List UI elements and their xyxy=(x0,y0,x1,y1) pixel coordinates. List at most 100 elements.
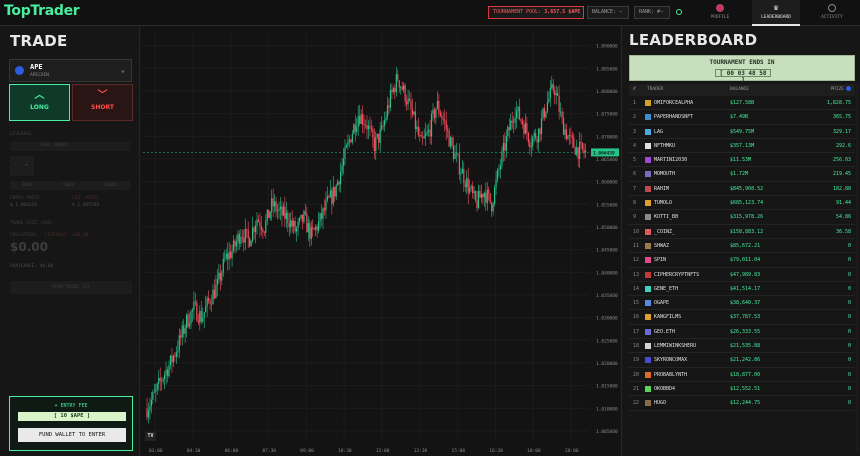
leverage-stepper[interactable]: - + xyxy=(10,156,34,176)
candle-body xyxy=(451,137,453,146)
row-trader: SKYRONCOMAX xyxy=(654,357,688,364)
candle-body xyxy=(253,227,255,232)
row-trader: MOMOUTH xyxy=(654,171,676,178)
x-tick-label: 13:30 xyxy=(414,448,428,454)
candle-body xyxy=(549,87,551,99)
leaderboard-scrollbar[interactable] xyxy=(856,84,859,452)
balance-badge: BALANCE: — xyxy=(587,6,629,19)
long-button[interactable]: ︿ LONG xyxy=(9,84,70,121)
candle-body xyxy=(284,206,286,219)
candle-body xyxy=(252,227,254,241)
table-row[interactable]: 10 _COINZ_ $158,883.12 36.58 xyxy=(629,225,855,239)
table-row[interactable]: 18 LEMMIWINKSHERU $21,535.88 0 xyxy=(629,339,855,354)
candle-body xyxy=(347,141,349,146)
header-rank: # xyxy=(633,87,636,92)
candle-body xyxy=(225,253,227,259)
table-row[interactable]: 20 PROBABLYNTH $18,877.00 0 xyxy=(629,368,855,382)
candle-body xyxy=(360,114,362,124)
candle-body xyxy=(464,183,466,188)
trade-amount-input[interactable]: $0.00 xyxy=(10,240,48,254)
y-tick-label: 1.075000 xyxy=(596,112,618,118)
candle-body xyxy=(357,116,359,127)
table-row[interactable]: 7 RAHIM $845,908.52 182.88 xyxy=(629,182,855,197)
rank-badge: RANK: #— xyxy=(634,6,670,19)
candle-body xyxy=(307,223,309,233)
preset-500x[interactable]: 500X xyxy=(63,183,74,188)
candle-body xyxy=(203,312,205,318)
y-tick-label: 1.080000 xyxy=(596,89,618,95)
x-tick-label: 07:30 xyxy=(262,448,276,454)
table-row[interactable]: 21 OKOBBD4 $12,552.51 0 xyxy=(629,382,855,397)
activity-icon xyxy=(828,4,836,12)
candle-body xyxy=(354,124,356,132)
candle-body xyxy=(359,116,361,124)
table-row[interactable]: 22 HUGO $12,244.75 0 xyxy=(629,396,855,411)
table-row[interactable]: 8 TUMOLO $685,123.74 91.44 xyxy=(629,196,855,211)
row-balance: $685,123.74 xyxy=(730,200,764,207)
candle-body xyxy=(212,289,214,305)
table-row[interactable]: 14 GENE_ETH $41,514.17 0 xyxy=(629,282,855,297)
candlestick-chart[interactable]: 1.090000 1.085000 1.080000 1.075000 1.070000… xyxy=(141,26,620,456)
candle-body xyxy=(190,311,192,324)
table-row[interactable]: 6 MOMOUTH $1.72M 219.45 xyxy=(629,167,855,182)
row-prize: 0 xyxy=(847,371,851,378)
row-balance: $315,978.26 xyxy=(730,214,764,221)
tradingview-logo[interactable]: TV xyxy=(145,432,156,441)
row-rank: 15 xyxy=(633,300,640,307)
candle-body xyxy=(171,355,173,363)
candle-body xyxy=(382,125,384,127)
tab-activity[interactable]: ACTIVITY xyxy=(808,0,856,26)
fund-wallet-button[interactable]: FUND WALLET TO ENTER xyxy=(18,428,126,442)
settings-icon[interactable] xyxy=(676,9,682,15)
row-balance: $11.53M xyxy=(730,157,752,164)
price-chart[interactable]: 1.090000 1.085000 1.080000 1.075000 1.070000… xyxy=(141,26,620,456)
table-row[interactable]: 13 CIPHERCRYPTNFTS $47,989.83 0 xyxy=(629,268,855,282)
row-trader: OGAPE xyxy=(654,300,670,307)
table-row[interactable]: 4 NFTHMKU $357.13M 292.6 xyxy=(629,139,855,154)
row-balance: $7.49B xyxy=(730,114,749,121)
candle-body xyxy=(576,147,578,155)
open-trade-button[interactable]: OPEN TRADE (1) xyxy=(10,281,132,294)
candle-body xyxy=(408,98,411,101)
table-row[interactable]: 11 SHWAZ $85,672.21 0 xyxy=(629,239,855,254)
tab-profile[interactable]: PROFILE xyxy=(696,0,744,26)
candle-body xyxy=(350,139,352,143)
leverage-slider[interactable]: 100X 1000X xyxy=(10,142,130,151)
asset-selector[interactable]: APE APECOIN ⌄ xyxy=(9,59,132,82)
preset-100x[interactable]: 100X xyxy=(22,183,33,188)
candle-body xyxy=(403,85,405,90)
x-tick-label: 03:00 xyxy=(149,448,163,454)
table-row[interactable]: 12 SPIN $79,011.04 0 xyxy=(629,253,855,268)
table-row[interactable]: 5 MARTINI2030 $11.53M 256.03 xyxy=(629,153,855,168)
table-row[interactable]: 17 GEO.ETH $26,333.55 0 xyxy=(629,325,855,340)
row-trader: HUGO xyxy=(654,400,667,407)
candle-body xyxy=(256,219,258,226)
trader-avatar-icon xyxy=(645,300,651,307)
candle-body xyxy=(545,111,547,118)
candle-body xyxy=(455,153,458,155)
candle-body xyxy=(422,136,424,139)
table-row[interactable]: 9 KOTTI_BB $315,978.26 54.86 xyxy=(629,210,855,225)
row-trader: PROBABLYNTH xyxy=(654,371,688,378)
y-tick-label: 1.065000 xyxy=(596,157,618,163)
row-prize: 0 xyxy=(847,385,851,392)
tab-leaderboard[interactable]: ♛ LEADERBOARD xyxy=(752,0,800,26)
table-row[interactable]: 16 KANGFILMS $37,787.53 0 xyxy=(629,310,855,325)
table-row[interactable]: 15 OGAPE $38,640.37 0 xyxy=(629,296,855,311)
table-row[interactable]: 19 SKYRONCOMAX $21,242.86 0 xyxy=(629,353,855,368)
preset-1000x[interactable]: 1000X xyxy=(104,183,118,188)
candle-body xyxy=(496,170,499,180)
row-trader: PAPERHANDSNFT xyxy=(654,114,694,121)
candle-body xyxy=(442,118,444,120)
x-tick-label: 06:00 xyxy=(225,448,239,454)
table-row[interactable]: 3 LAG $549.75M 329.17 xyxy=(629,125,855,139)
candle-body xyxy=(472,186,474,194)
toptrader-logo[interactable]: TopTrader xyxy=(4,3,80,19)
table-row[interactable]: 1 OMIFORCEALPHA $127.58B 1,828.75 xyxy=(629,96,855,111)
candle-body xyxy=(502,143,504,152)
leaderboard-table: # TRADER BALANCE PRIZE 1 OMIFORCEALPHA $12… xyxy=(629,84,855,411)
short-button[interactable]: ﹀ SHORT xyxy=(72,84,133,121)
table-row[interactable]: 2 PAPERHANDSNFT $7.49B 365.75 xyxy=(629,110,855,125)
candle-body xyxy=(169,355,172,366)
candle-body xyxy=(200,310,202,322)
